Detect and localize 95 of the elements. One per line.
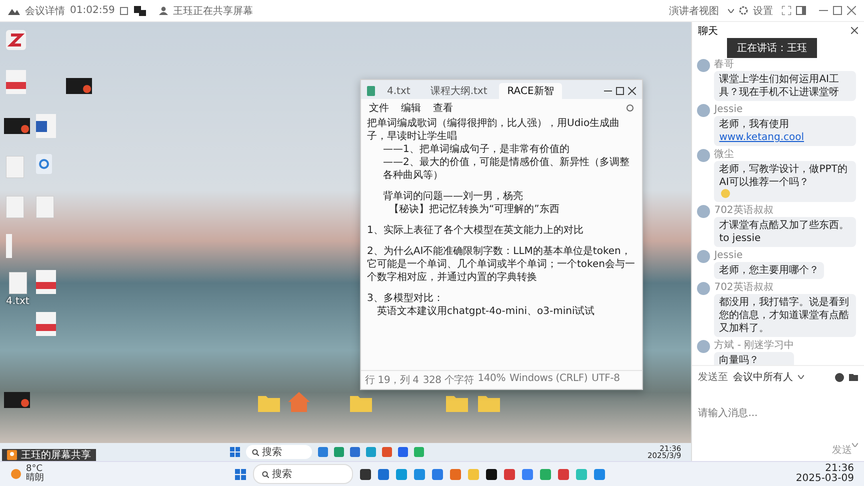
avatar-icon xyxy=(697,250,710,263)
emoji-icon xyxy=(721,189,730,198)
sender-name: 方斌 - 刚迷学习中 xyxy=(714,340,794,351)
person-icon xyxy=(7,450,17,460)
status-text: 328 个字符 xyxy=(422,374,474,387)
message-input[interactable]: 请输入消息... xyxy=(698,388,858,439)
status-text: 行 19，列 4 xyxy=(365,374,419,387)
sender-name: 702英语叔叔 xyxy=(714,205,774,216)
caret-icon[interactable] xyxy=(798,375,804,379)
notepad-tab[interactable]: RACE新智 xyxy=(499,83,562,99)
video-file-icon[interactable] xyxy=(4,392,30,408)
share-tag-text: 王珏的屏幕共享 xyxy=(21,448,91,462)
maximize-icon[interactable] xyxy=(616,87,624,95)
search-field[interactable]: 搜索 xyxy=(252,464,353,484)
status-text: 140% xyxy=(478,373,506,386)
meeting-label[interactable]: 会议详情 xyxy=(25,4,65,18)
video-file-icon[interactable] xyxy=(66,78,92,94)
search-field[interactable]: 搜索 xyxy=(246,445,312,459)
zotero-app-icon[interactable] xyxy=(6,30,26,50)
sender-name: 微尘 xyxy=(714,149,736,160)
temperature: 8°C xyxy=(26,465,43,474)
screen-icon[interactable] xyxy=(134,6,146,16)
caret-icon[interactable] xyxy=(728,8,734,12)
start-icon[interactable] xyxy=(230,447,240,457)
notepad-tab[interactable]: 4.txt xyxy=(379,84,418,98)
status-text: Windows (CRLF) xyxy=(510,373,588,386)
fullscreen-icon[interactable] xyxy=(782,6,791,15)
pdf-file-icon[interactable] xyxy=(36,270,56,294)
note-text: ——2、最大的价值，可能是情感价值、新异性（多调整各种曲风等） xyxy=(382,156,630,182)
avatar-icon xyxy=(697,282,710,295)
menu-item[interactable]: 文件 xyxy=(369,101,389,115)
search-icon xyxy=(262,470,269,478)
message-text: 都没用，我打错字。说是看到您的信息，才知道课堂有点酷又加料了。 xyxy=(719,296,850,335)
notepad-icon xyxy=(367,86,375,96)
person-icon xyxy=(158,6,168,15)
recycle-bin-icon[interactable] xyxy=(36,154,52,174)
avatar-icon xyxy=(697,340,710,353)
note-text: 3、多模型对比： xyxy=(367,292,444,305)
menu-item[interactable]: 查看 xyxy=(433,101,453,115)
gear-icon[interactable] xyxy=(739,6,748,15)
note-text: ——1、把单词编成句子，是非常有价值的 xyxy=(382,143,570,156)
close-icon[interactable] xyxy=(851,27,858,34)
sidebar-icon[interactable] xyxy=(796,6,806,15)
text-file-icon[interactable] xyxy=(8,272,27,294)
caret-icon[interactable] xyxy=(852,443,858,447)
taskbar-time: 21:36 xyxy=(825,464,854,474)
sender-name: 702英语叔叔 xyxy=(714,282,774,293)
folder-icon[interactable] xyxy=(849,373,858,381)
avatar-icon xyxy=(697,205,710,218)
meeting-timer: 01:02:59 xyxy=(70,5,115,16)
weather-icon xyxy=(10,468,22,480)
search-icon xyxy=(252,448,259,456)
menu-item[interactable]: 编辑 xyxy=(401,101,421,115)
sender-name: Jessie xyxy=(714,250,744,261)
start-icon[interactable] xyxy=(234,468,246,480)
notepad-tab[interactable]: 课程大纲.txt xyxy=(422,83,496,99)
layout-button[interactable]: 演讲者视图 xyxy=(669,4,719,18)
avatar-icon xyxy=(697,59,710,72)
message-text: 课堂上学生们如何运用AI工具？现在手机不让进课堂呀 xyxy=(719,73,840,99)
note-text: 英语文本建议用chatgpt-4o-mini、o3-mini试试 xyxy=(376,305,596,318)
send-to-label: 发送至 xyxy=(698,371,728,384)
note-text: 背单词的问题——刘一男，杨亮 xyxy=(382,190,524,203)
note-text: 把单词编成歌词（编得很押韵，比人强），用Udio生成曲子，早读时让学生唱 xyxy=(367,117,621,143)
sender-name: Jessie xyxy=(714,104,744,115)
emoji-button-icon[interactable] xyxy=(835,372,844,382)
sender-name: 春哥 xyxy=(714,59,736,70)
weather-text: 晴朗 xyxy=(26,474,44,483)
message-text: 才课堂有点酷又加了些东西。 to jessie xyxy=(719,219,850,245)
pdf-file-icon[interactable] xyxy=(36,312,56,336)
pdf-file-icon[interactable] xyxy=(6,70,26,94)
app-icon[interactable] xyxy=(486,468,497,480)
avatar-icon xyxy=(697,149,710,162)
message-text: 老师，您主要用哪个？ xyxy=(719,264,820,277)
app-icon[interactable] xyxy=(360,468,371,480)
recipient-dropdown[interactable]: 会议中所有人 xyxy=(733,370,794,384)
desktop-icon-label: 4.txt xyxy=(6,296,30,307)
note-text: 【秘诀】把记忆转换为“可理解的”东西 xyxy=(388,203,560,216)
close-icon[interactable] xyxy=(628,87,636,95)
note-text: 2、为什么AI不能准确限制字数：LLM的基本单位是token，它可能是一个单词、几个单词或半个单词；一个token会与一个数字相对应，并通过内置的字典转换 xyxy=(367,245,636,284)
message-text: 老师，我有使用 xyxy=(719,118,790,131)
sharing-notice[interactable]: 王珏正在共享屏幕 xyxy=(172,4,253,18)
avatar-icon xyxy=(697,104,710,117)
message-link[interactable]: www.ketang.cool xyxy=(719,131,804,144)
speaking-text: 正在讲话：王珏 xyxy=(737,43,808,54)
message-text: 老师，写教学设计，做PPT的AI可以推荐一个吗？ xyxy=(719,163,848,189)
maximize-icon[interactable] xyxy=(833,6,842,15)
word-document-icon[interactable] xyxy=(36,114,56,138)
close-icon[interactable] xyxy=(847,6,856,15)
settings-button[interactable]: 设置 xyxy=(753,4,773,18)
video-file-icon[interactable] xyxy=(4,118,30,134)
status-text: UTF-8 xyxy=(592,373,620,386)
message-text: 向量吗？ xyxy=(719,354,760,365)
taskbar-date: 2025-03-09 xyxy=(796,474,854,484)
chat-title: 聊天 xyxy=(698,24,718,38)
note-text: 1、实际上表征了各个大模型在英文能力上的对比 xyxy=(367,224,584,237)
